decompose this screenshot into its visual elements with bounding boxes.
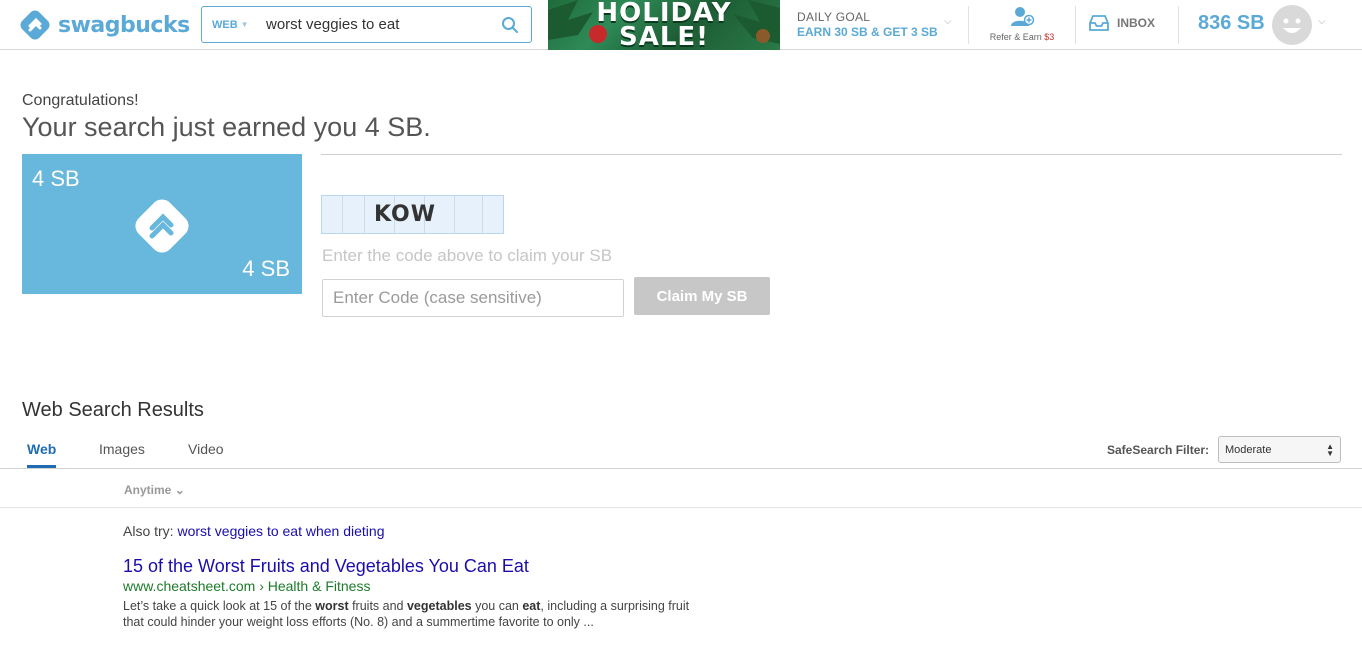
claim-sb-button[interactable]: Claim My SB xyxy=(634,277,770,315)
daily-goal-title: DAILY GOAL xyxy=(797,10,871,24)
divider xyxy=(321,154,1342,155)
time-filter-label: Anytime xyxy=(124,483,172,497)
result-breadcrumb: › Health & Fitness xyxy=(259,578,371,594)
congrats-heading: Your search just earned you 4 SB. xyxy=(22,112,431,142)
holiday-sale-banner[interactable]: HOLIDAY SALE! xyxy=(548,0,780,50)
also-try: Also try: worst veggies to eat when diet… xyxy=(123,523,384,539)
safesearch-value: Moderate xyxy=(1225,443,1272,456)
result-domain: www.cheatsheet.com xyxy=(123,578,256,594)
inbox-icon xyxy=(1089,15,1109,31)
swagbucks-logo-icon xyxy=(135,199,189,253)
divider xyxy=(0,507,1362,508)
claim-hint: Enter the code above to claim your SB xyxy=(322,246,613,265)
tab-web[interactable]: Web xyxy=(27,441,57,468)
refer-text: Refer & Earn xyxy=(989,32,1042,42)
card-amount-bottom: 4 SB xyxy=(242,256,290,281)
result-title-link[interactable]: 15 of the Worst Fruits and Vegetables Yo… xyxy=(123,556,529,577)
captcha-gridline xyxy=(342,196,343,233)
top-header: swagbucks WEB ▼ HOLIDAY SALE! DAILY GOAL… xyxy=(0,0,1362,50)
snippet-text: Let’s take a quick look at 15 of the xyxy=(123,599,316,613)
chevron-down-icon[interactable]: ⌵ xyxy=(944,16,952,27)
captcha-code: KOW xyxy=(374,202,437,227)
safesearch-label: SafeSearch Filter: xyxy=(1107,443,1210,457)
captcha-code-input[interactable] xyxy=(322,279,624,317)
snippet-highlight: eat xyxy=(522,599,541,613)
congrats-label: Congratulations! xyxy=(22,92,139,109)
inbox-link[interactable]: INBOX xyxy=(1088,14,1155,32)
result-url[interactable]: www.cheatsheet.com › Health & Fitness xyxy=(123,578,370,594)
swagbucks-logo[interactable]: swagbucks xyxy=(18,8,190,42)
swagbucks-logo-icon xyxy=(20,10,50,40)
tab-images[interactable]: Images xyxy=(99,441,145,465)
sb-balance[interactable]: 836 SB xyxy=(1198,12,1265,35)
also-try-label: Also try: xyxy=(123,523,174,539)
search-bar: WEB ▼ xyxy=(201,6,532,43)
safesearch-select[interactable]: Moderate ▲ ▼ xyxy=(1218,436,1341,463)
inbox-label: INBOX xyxy=(1117,16,1156,30)
also-try-link[interactable]: worst veggies to eat when dieting xyxy=(177,523,384,539)
chevron-down-icon[interactable]: ⌵ xyxy=(1318,16,1326,27)
snippet-text: you can xyxy=(471,599,523,613)
divider xyxy=(1178,6,1179,44)
select-arrows-icon: ▲ ▼ xyxy=(1326,442,1334,458)
chevron-down-icon: ▼ xyxy=(240,20,249,29)
daily-goal[interactable]: DAILY GOAL EARN 30 SB & GET 3 SB xyxy=(797,10,938,39)
banner-line-2: SALE! xyxy=(618,22,710,50)
captcha-gridline xyxy=(482,196,483,233)
logo-text: swagbucks xyxy=(58,12,190,38)
refer-amount: $3 xyxy=(1044,32,1055,42)
search-scope-dropdown[interactable]: WEB ▼ xyxy=(202,19,260,31)
search-icon[interactable] xyxy=(501,16,519,34)
avatar[interactable] xyxy=(1272,5,1312,45)
card-amount-top: 4 SB xyxy=(32,166,80,191)
smiley-avatar-icon xyxy=(1283,18,1301,33)
snippet-highlight: vegetables xyxy=(406,599,472,613)
sb-reward-card: 4 SB 4 SB xyxy=(22,154,302,294)
time-filter-dropdown[interactable]: Anytime ⌄ xyxy=(124,483,185,497)
captcha-gridline xyxy=(364,196,365,233)
chevron-down-icon: ⌄ xyxy=(174,483,185,497)
refer-label: Refer & Earn $3 xyxy=(982,32,1062,42)
snippet-text: fruits and xyxy=(348,599,407,613)
divider xyxy=(968,6,969,44)
results-heading: Web Search Results xyxy=(22,399,204,421)
divider xyxy=(0,468,1362,469)
refer-and-earn[interactable]: Refer & Earn $3 xyxy=(982,6,1062,42)
snippet-highlight: worst xyxy=(315,599,349,613)
search-scope-label: WEB xyxy=(212,18,238,31)
divider xyxy=(1075,6,1076,44)
captcha-gridline xyxy=(454,196,455,233)
tab-video[interactable]: Video xyxy=(188,441,224,465)
result-snippet: Let’s take a quick look at 15 of the wor… xyxy=(123,598,713,630)
add-user-icon xyxy=(1011,7,1035,26)
daily-goal-subtitle: EARN 30 SB & GET 3 SB xyxy=(797,25,938,39)
captcha-image: KOW xyxy=(321,195,504,234)
search-input[interactable] xyxy=(260,9,490,40)
